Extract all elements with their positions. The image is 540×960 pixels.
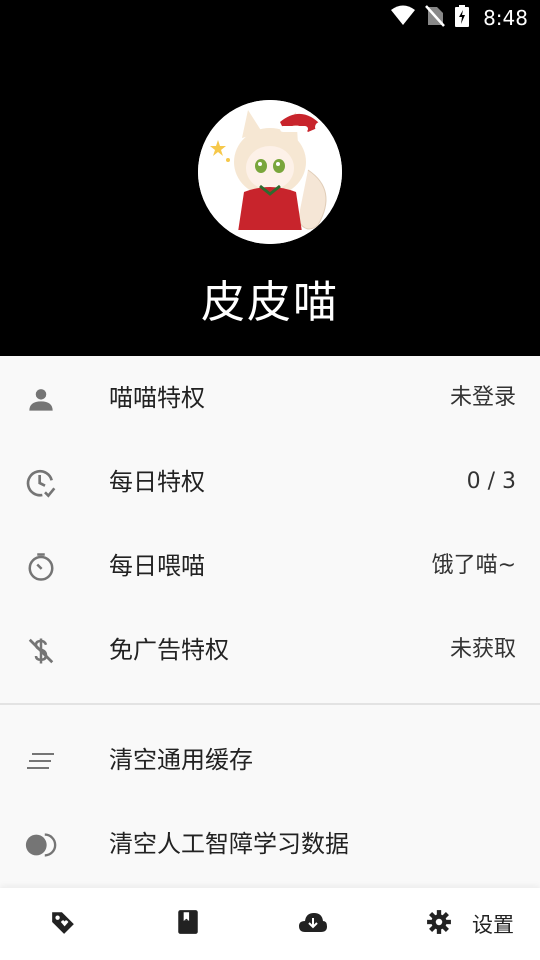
no-money-icon (24, 634, 58, 668)
status-bar: 8:48 (0, 0, 540, 36)
clear-ai-data-row[interactable]: 清空人工智障学习数据 (0, 802, 540, 886)
avatar[interactable] (198, 100, 342, 244)
person-icon (24, 382, 58, 416)
privilege-label: 每日特权 (109, 468, 205, 496)
privilege-label: 喵喵特权 (109, 384, 205, 412)
privilege-row-meow[interactable]: 喵喵特权 未登录 (0, 356, 540, 440)
privilege-value: 0 / 3 (466, 469, 516, 494)
privilege-list: 喵喵特权 未登录 每日特权 0 / 3 每日喂喵 饿了喵~ 免广告特权 未获取 (0, 356, 540, 692)
profile-header: 8:48 皮皮喵 (0, 0, 540, 356)
section-divider (0, 703, 540, 705)
status-time: 8:48 (483, 6, 528, 30)
privilege-value: 饿了喵~ (431, 553, 516, 578)
gear-icon (426, 909, 452, 939)
wifi-icon (391, 5, 416, 31)
privilege-row-noads[interactable]: 免广告特权 未获取 (0, 608, 540, 692)
battery-charging-icon (455, 5, 470, 31)
no-sim-icon (425, 5, 446, 31)
toggle-icon (24, 828, 58, 862)
privilege-label: 免广告特权 (109, 636, 229, 664)
action-label: 清空通用缓存 (109, 746, 253, 774)
tag-icon (50, 909, 76, 939)
tab-settings[interactable]: 设置 (426, 888, 514, 960)
privilege-value: 未获取 (449, 637, 516, 662)
cloud-download-icon (298, 911, 328, 937)
clear-cache-row[interactable]: 清空通用缓存 (0, 718, 540, 802)
clear-lines-icon (24, 744, 58, 778)
timer-icon (24, 550, 58, 584)
bottom-navigation: 设置 (0, 888, 540, 960)
privilege-row-feed[interactable]: 每日喂喵 饿了喵~ (0, 524, 540, 608)
tab-download[interactable] (298, 888, 328, 960)
action-list: 清空通用缓存 清空人工智障学习数据 (0, 718, 540, 886)
tab-tags[interactable] (50, 888, 76, 960)
username: 皮皮喵 (201, 277, 339, 328)
privilege-value: 未登录 (449, 385, 516, 410)
clock-check-icon (24, 466, 58, 500)
action-label: 清空人工智障学习数据 (109, 830, 349, 858)
book-icon (177, 909, 199, 939)
privilege-row-daily[interactable]: 每日特权 0 / 3 (0, 440, 540, 524)
settings-label: 设置 (472, 913, 514, 937)
privilege-label: 每日喂喵 (109, 552, 205, 580)
tab-book[interactable] (177, 888, 199, 960)
